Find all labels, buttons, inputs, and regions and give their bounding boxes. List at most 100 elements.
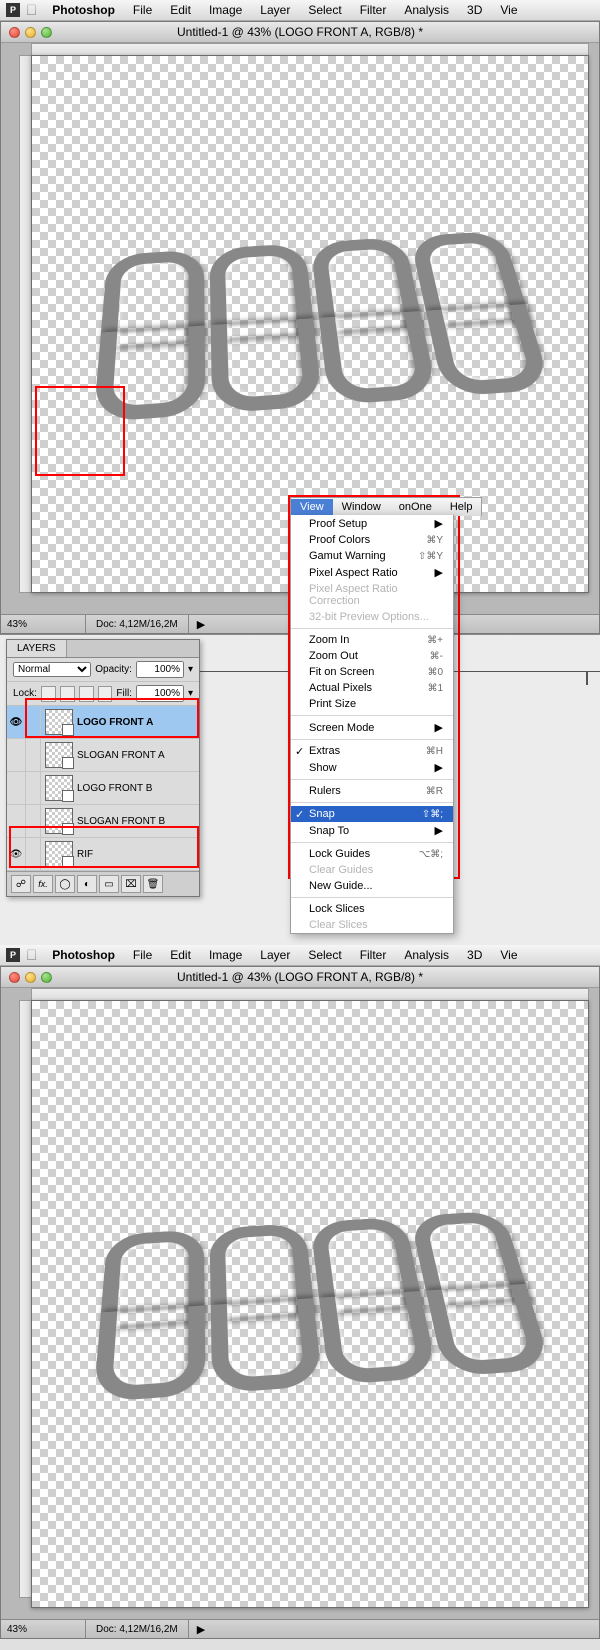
- minimize-button[interactable]: [25, 972, 36, 983]
- window-titlebar[interactable]: Untitled-1 @ 43% (LOGO FRONT A, RGB/8) *: [1, 22, 599, 43]
- menu-file[interactable]: File: [124, 946, 161, 964]
- menu-file[interactable]: File: [124, 1, 161, 19]
- layer-thumbnail[interactable]: [45, 775, 73, 801]
- new-layer-icon[interactable]: ⌧: [121, 875, 141, 893]
- menu-item[interactable]: Screen Mode▶: [291, 719, 453, 736]
- lock-position-icon[interactable]: [79, 686, 94, 702]
- menu-view-truncated[interactable]: Vie: [491, 946, 526, 964]
- fx-icon[interactable]: fx.: [33, 875, 53, 893]
- menu-analysis[interactable]: Analysis: [395, 946, 458, 964]
- menu-item[interactable]: Zoom Out⌘-: [291, 648, 453, 664]
- menu-item[interactable]: Actual Pixels⌘1: [291, 680, 453, 696]
- layer-thumbnail[interactable]: [45, 841, 73, 867]
- menu-layer[interactable]: Layer: [251, 946, 299, 964]
- opacity-input[interactable]: [136, 661, 184, 678]
- lock-transparency-icon[interactable]: [41, 686, 56, 702]
- menu-shortcut: ⌘0: [427, 667, 443, 678]
- layer-name[interactable]: LOGO FRONT A: [77, 717, 153, 728]
- blend-mode-select[interactable]: Normal: [13, 662, 91, 677]
- menu-item[interactable]: New Guide...: [291, 878, 453, 894]
- menu-onone[interactable]: onOne: [390, 499, 441, 515]
- layer-row[interactable]: SLOGAN FRONT B: [7, 805, 199, 838]
- menu-item[interactable]: Lock Slices: [291, 901, 453, 917]
- menubar-app-name[interactable]: Photoshop: [43, 946, 124, 964]
- menu-popup-bar: View Window onOne Help: [290, 497, 482, 516]
- doc-info-caret-icon[interactable]: ▶: [189, 618, 213, 631]
- menu-item[interactable]: Print Size: [291, 696, 453, 712]
- menu-item[interactable]: Fit on Screen⌘0: [291, 664, 453, 680]
- menu-select[interactable]: Select: [299, 946, 350, 964]
- layer-row[interactable]: 👁 RIF: [7, 838, 199, 871]
- layer-name[interactable]: SLOGAN FRONT A: [77, 750, 165, 761]
- menu-image[interactable]: Image: [200, 1, 251, 19]
- visibility-toggle-icon[interactable]: 👁: [7, 706, 26, 738]
- menu-item[interactable]: Lock Guides⌥⌘;: [291, 846, 453, 862]
- visibility-toggle-icon[interactable]: 👁: [7, 838, 26, 870]
- zoom-readout[interactable]: 43%: [1, 615, 86, 633]
- close-button[interactable]: [9, 27, 20, 38]
- menu-item[interactable]: Show▶: [291, 759, 453, 776]
- zoom-button[interactable]: [41, 972, 52, 983]
- group-icon[interactable]: ▭: [99, 875, 119, 893]
- adjustment-layer-icon[interactable]: ◐: [77, 875, 97, 893]
- lock-pixels-icon[interactable]: [60, 686, 75, 702]
- menu-item[interactable]: ✓Snap⇧⌘;: [291, 806, 453, 822]
- menu-item[interactable]: Zoom In⌘+: [291, 632, 453, 648]
- trash-icon[interactable]: 🗑: [143, 875, 163, 893]
- fill-caret-icon[interactable]: ▾: [188, 688, 193, 699]
- menu-filter[interactable]: Filter: [351, 946, 396, 964]
- layer-thumbnail[interactable]: [45, 709, 73, 735]
- menu-item[interactable]: Snap To▶: [291, 822, 453, 839]
- divider: [586, 671, 588, 685]
- menu-image[interactable]: Image: [200, 946, 251, 964]
- menu-3d[interactable]: 3D: [458, 1, 491, 19]
- visibility-toggle-icon[interactable]: [7, 739, 26, 771]
- zoom-readout[interactable]: 43%: [1, 1620, 86, 1638]
- close-button[interactable]: [9, 972, 20, 983]
- opacity-caret-icon[interactable]: ▾: [188, 664, 193, 675]
- apple-menu-icon[interactable]: : [26, 2, 37, 19]
- window-titlebar[interactable]: Untitled-1 @ 43% (LOGO FRONT A, RGB/8) *: [1, 967, 599, 988]
- menu-window[interactable]: Window: [333, 499, 390, 515]
- layer-row[interactable]: SLOGAN FRONT A: [7, 739, 199, 772]
- menu-item[interactable]: Proof Setup▶: [291, 515, 453, 532]
- menu-analysis[interactable]: Analysis: [395, 1, 458, 19]
- menu-view-truncated[interactable]: Vie: [491, 1, 526, 19]
- menubar-app-name[interactable]: Photoshop: [43, 1, 124, 19]
- visibility-toggle-icon[interactable]: [7, 772, 26, 804]
- layer-mask-icon[interactable]: ◯: [55, 875, 75, 893]
- lock-all-icon[interactable]: [98, 686, 113, 702]
- fill-input[interactable]: [136, 685, 184, 702]
- link-layers-icon[interactable]: ☍: [11, 875, 31, 893]
- menu-3d[interactable]: 3D: [458, 946, 491, 964]
- menu-filter[interactable]: Filter: [351, 1, 396, 19]
- menu-help[interactable]: Help: [441, 499, 482, 515]
- menu-item[interactable]: Proof Colors⌘Y: [291, 532, 453, 548]
- menu-edit[interactable]: Edit: [161, 1, 200, 19]
- layer-thumbnail[interactable]: [45, 742, 73, 768]
- layer-row[interactable]: 👁 LOGO FRONT A: [7, 706, 199, 739]
- layer-name[interactable]: RIF: [77, 849, 93, 860]
- layer-thumbnail[interactable]: [45, 808, 73, 834]
- menu-view[interactable]: View: [291, 499, 333, 515]
- apple-menu-icon[interactable]: : [26, 947, 37, 964]
- doc-info[interactable]: Doc: 4,12M/16,2M: [86, 1620, 189, 1638]
- minimize-button[interactable]: [25, 27, 36, 38]
- menu-item[interactable]: Gamut Warning⇧⌘Y: [291, 548, 453, 564]
- menu-edit[interactable]: Edit: [161, 946, 200, 964]
- doc-info-caret-icon[interactable]: ▶: [189, 1623, 213, 1636]
- zoom-button[interactable]: [41, 27, 52, 38]
- layer-name[interactable]: LOGO FRONT B: [77, 783, 152, 794]
- visibility-toggle-icon[interactable]: [7, 805, 26, 837]
- menu-item[interactable]: Rulers⌘R: [291, 783, 453, 799]
- menu-shortcut: ⌘Y: [426, 535, 443, 546]
- menu-item[interactable]: ✓Extras⌘H: [291, 743, 453, 759]
- menu-select[interactable]: Select: [299, 1, 350, 19]
- doc-info[interactable]: Doc: 4,12M/16,2M: [86, 615, 189, 633]
- layer-row[interactable]: LOGO FRONT B: [7, 772, 199, 805]
- menu-item[interactable]: Pixel Aspect Ratio▶: [291, 564, 453, 581]
- canvas[interactable]: [31, 1000, 589, 1608]
- layers-tab[interactable]: LAYERS: [7, 640, 67, 657]
- menu-layer[interactable]: Layer: [251, 1, 299, 19]
- layer-name[interactable]: SLOGAN FRONT B: [77, 816, 165, 827]
